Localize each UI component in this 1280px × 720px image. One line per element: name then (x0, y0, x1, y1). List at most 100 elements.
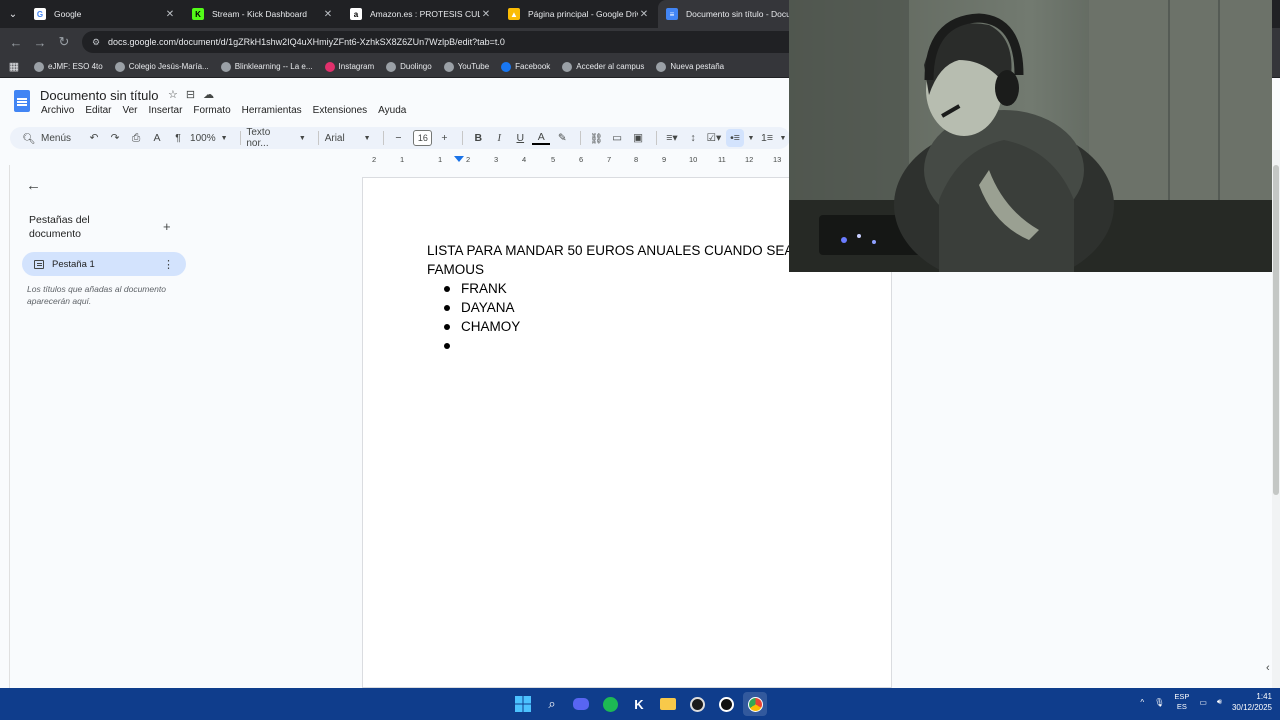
numbered-list-icon[interactable]: 1≡ (758, 129, 776, 147)
decrease-font-icon[interactable]: − (389, 129, 407, 147)
tab-search-icon[interactable]: ⌄ (0, 0, 26, 28)
forward-icon[interactable]: → (28, 30, 52, 54)
search-menus-icon[interactable]: 🔍︎ (20, 129, 38, 147)
redo-icon[interactable]: ↷ (106, 129, 124, 147)
line-spacing-icon[interactable]: ↕ (684, 129, 702, 147)
list-item[interactable]: FRANK (441, 279, 520, 298)
docs-logo-icon[interactable] (14, 90, 30, 112)
menu-item[interactable]: Editar (85, 105, 111, 116)
underline-icon[interactable]: U (511, 129, 529, 147)
document-tab-1[interactable]: Pestaña 1 ⋮ (22, 252, 186, 276)
close-tab-icon[interactable]: ✕ (164, 9, 176, 20)
discord-icon[interactable] (569, 692, 593, 716)
bookmark-item[interactable]: Duolingo (386, 61, 432, 72)
close-tab-icon[interactable]: ✕ (322, 9, 334, 20)
microphone-icon[interactable]: 🎙︎ (1154, 698, 1164, 707)
font-select[interactable]: Arial ▼ (325, 133, 371, 144)
star-icon[interactable]: ☆ (168, 88, 178, 101)
ruler-number: 1 (400, 155, 405, 164)
chevron-down-icon[interactable]: ▼ (779, 129, 787, 147)
search-menus-label[interactable]: Menús (41, 133, 71, 144)
browser-tab[interactable]: a Amazon.es : PROTESIS CULO ✕ (342, 0, 500, 28)
menu-item[interactable]: Formato (193, 105, 230, 116)
apps-grid-icon[interactable]: ▦ (6, 59, 22, 75)
spellcheck-icon[interactable]: A (148, 129, 166, 147)
paint-format-icon[interactable]: ¶ (169, 129, 187, 147)
start-icon[interactable] (511, 692, 535, 716)
address-bar[interactable]: ⚙ docs.google.com/document/d/1gZRkH1shw2… (82, 31, 802, 53)
ruler-number: 5 (551, 155, 556, 164)
close-tab-icon[interactable]: ✕ (638, 9, 650, 20)
file-explorer-icon[interactable] (656, 692, 680, 716)
close-tab-icon[interactable]: ✕ (480, 9, 492, 20)
checklist-icon[interactable]: ☑▾ (705, 129, 723, 147)
menu-item[interactable]: Herramientas (242, 105, 302, 116)
browser-tab[interactable]: ▲ Página principal - Google Drive ✕ (500, 0, 658, 28)
clock[interactable]: 1:41 30/12/2025 (1232, 691, 1272, 713)
toolbar-divider (462, 131, 464, 145)
add-tab-icon[interactable]: + (163, 219, 171, 234)
link-icon[interactable]: ⛓ (587, 129, 605, 147)
font-size-input[interactable]: 16 (413, 130, 433, 146)
menu-item[interactable]: Insertar (149, 105, 183, 116)
image-icon[interactable]: ▣ (629, 129, 647, 147)
more-options-icon[interactable]: ⋮ (163, 258, 174, 271)
menu-item[interactable]: Archivo (41, 105, 74, 116)
browser-tab[interactable]: K Stream - Kick Dashboard ✕ (184, 0, 342, 28)
menu-item[interactable]: Ver (122, 105, 137, 116)
undo-icon[interactable]: ↶ (85, 129, 103, 147)
obs-icon[interactable] (685, 692, 709, 716)
print-icon[interactable]: ⎙ (127, 129, 145, 147)
italic-icon[interactable]: I (490, 129, 508, 147)
comment-icon[interactable]: ▭ (608, 129, 626, 147)
language-indicator[interactable]: ESP ES (1174, 692, 1189, 712)
scrollbar-thumb[interactable] (1273, 165, 1279, 495)
highlight-icon[interactable]: ✎ (553, 129, 571, 147)
bookmark-item[interactable]: Colegio Jesús-María... (114, 61, 209, 72)
zoom-select[interactable]: 100% ▼ (190, 133, 228, 144)
reload-icon[interactable]: ↻ (52, 30, 76, 54)
bold-icon[interactable]: B (469, 129, 487, 147)
chevron-down-icon[interactable]: ▼ (747, 129, 755, 147)
network-icon[interactable]: ▭ (1199, 698, 1207, 707)
menu-item[interactable]: Ayuda (378, 105, 406, 116)
document-title[interactable]: Documento sin título (40, 88, 159, 103)
chrome-icon[interactable] (743, 692, 767, 716)
list-item[interactable] (441, 336, 520, 355)
style-select[interactable]: Texto nor... ▼ (246, 127, 305, 149)
list-item[interactable]: DAYANA (441, 298, 520, 317)
browser-tab[interactable]: G Google ✕ (26, 0, 184, 28)
site-info-icon[interactable]: ⚙ (92, 37, 102, 47)
bookmark-favicon-icon (562, 61, 573, 72)
chevron-up-icon[interactable]: ^ (1140, 698, 1144, 707)
ruler-number: 9 (662, 155, 667, 164)
spotify-icon[interactable] (598, 692, 622, 716)
cloud-status-icon[interactable]: ☁ (203, 88, 214, 101)
list-item[interactable]: CHAMOY (441, 317, 520, 336)
menu-item[interactable]: Extensiones (313, 105, 367, 116)
bookmark-item[interactable]: Acceder al campus (562, 61, 644, 72)
volume-icon[interactable]: 🔊︎ (1217, 697, 1222, 707)
scrollbar[interactable] (1272, 150, 1280, 688)
align-icon[interactable]: ≡▾ (663, 129, 681, 147)
bookmark-item[interactable]: Blinklearning -- La e... (220, 61, 313, 72)
search-icon[interactable]: ⌕ (540, 692, 564, 716)
bookmark-item[interactable]: YouTube (443, 61, 489, 72)
side-panel-chevron-icon[interactable]: ‹ (1266, 662, 1270, 674)
bookmark-item[interactable]: eJMF: ESO 4to (34, 61, 103, 72)
bookmark-item[interactable]: Facebook (501, 61, 550, 72)
move-folder-icon[interactable]: ⊟ (186, 88, 195, 101)
bulleted-list-icon[interactable]: •≡ (725, 129, 744, 147)
app-icon[interactable]: K (627, 692, 651, 716)
indent-marker-icon[interactable] (454, 156, 464, 162)
increase-font-icon[interactable]: + (435, 129, 453, 147)
back-icon[interactable]: ← (4, 30, 28, 54)
horizontal-ruler[interactable]: 211234567891011121314 (362, 153, 808, 167)
close-outline-icon[interactable]: ← (26, 177, 41, 194)
text-color-icon[interactable]: A (532, 131, 551, 145)
bookmark-item[interactable]: Nueva pestaña (656, 61, 724, 72)
app-icon[interactable] (714, 692, 738, 716)
document-heading-text[interactable]: LISTA PARA MANDAR 50 EUROS ANUALES CUAND… (427, 241, 847, 279)
bookmark-item[interactable]: Instagram (324, 61, 374, 72)
ruler-number: 2 (466, 155, 471, 164)
